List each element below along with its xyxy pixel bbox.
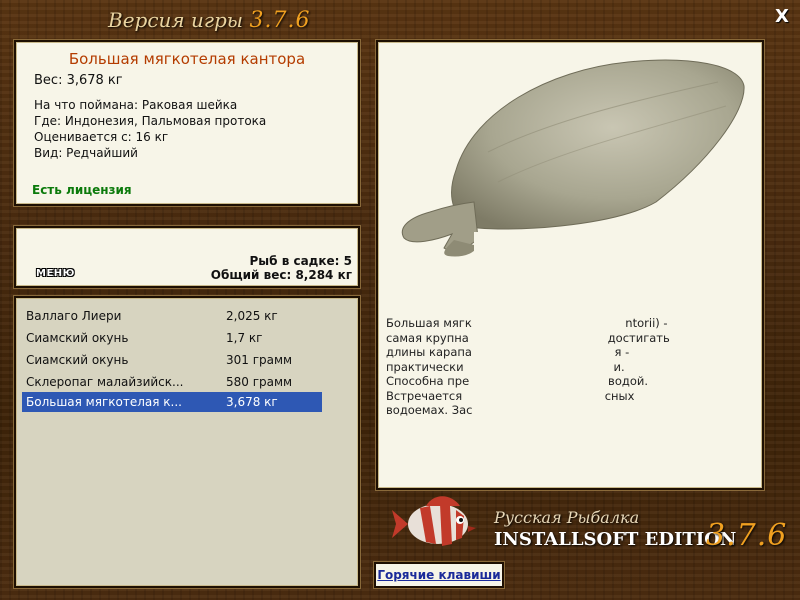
keepnet-count: Рыб в садке: 5	[249, 254, 353, 268]
list-item[interactable]: Склеропаг малайзийск... 580 грамм	[22, 372, 322, 392]
fish-weight: Вес: 3,678 кг	[34, 73, 123, 88]
close-icon[interactable]: X	[770, 6, 794, 28]
fish-detail-panel: Большая мягк ntorii) - самая крупна дост…	[376, 40, 764, 490]
menu-button[interactable]: МЕНЮ	[34, 268, 77, 282]
list-item[interactable]: Сиамский окунь 1,7 кг	[22, 328, 322, 348]
description-line: Встречается сных	[386, 388, 635, 403]
list-item[interactable]: Валлаго Лиери 2,025 кг	[22, 306, 322, 326]
list-item-weight: 3,678 кг	[226, 395, 278, 409]
fish-logo-icon	[392, 496, 476, 546]
description-line: самая крупна достигать	[386, 330, 670, 345]
list-item-weight: 580 грамм	[226, 375, 293, 389]
list-item[interactable]: Сиамский окунь 301 грамм	[22, 350, 322, 370]
keepnet-panel: МЕНЮ Рыб в садке: 5 Общий вес: 8,284 кг	[14, 226, 360, 288]
fish-name: Большая мягкотелая кантора	[68, 50, 306, 68]
keepnet-total-weight: Общий вес: 8,284 кг	[210, 268, 352, 282]
fish-description: Большая мягк ntorii) - самая крупна дост…	[386, 316, 751, 418]
logo-edition: INSTALLSOFT EDITION	[494, 529, 737, 550]
title-text: Версия игры	[108, 8, 250, 32]
list-item-weight: 2,025 кг	[226, 309, 278, 323]
fish-image	[401, 59, 745, 272]
species-rarity: Вид: Редчайший	[34, 146, 138, 160]
description-line: длины карапа я -	[386, 345, 630, 359]
window-title: Версия игры 3.7.6	[108, 8, 310, 38]
title-version: 3.7.6	[249, 8, 311, 33]
description-line: водоемах. Зас	[386, 403, 473, 417]
catch-list: Валлаго Лиери 2,025 кг Сиамский окунь 1,…	[14, 296, 360, 588]
description-line: Способна пре водой.	[386, 374, 648, 388]
list-item-weight: 1,7 кг	[226, 331, 263, 345]
list-item-name: Сиамский окунь	[26, 331, 129, 345]
description-line: Большая мягк ntorii) -	[386, 316, 668, 330]
list-item-name: Склеропаг малайзийск...	[26, 375, 184, 389]
caught-with: На что поймана: Раковая шейка	[34, 98, 238, 112]
logo-game-name: Русская Рыбалка	[494, 508, 640, 527]
list-item-name: Большая мягкотелая к...	[26, 395, 182, 409]
valued-from: Оценивается с: 16 кг	[34, 130, 169, 144]
license-status: Есть лицензия	[32, 183, 132, 197]
description-line: практически и.	[386, 359, 625, 374]
hotkeys-button[interactable]: Горячие клавиши	[374, 562, 504, 588]
list-item-weight: 301 грамм	[226, 353, 293, 367]
caught-where: Где: Индонезия, Пальмовая протока	[34, 114, 267, 128]
list-item-name: Валлаго Лиери	[26, 309, 122, 323]
logo-version: 3.7.6	[706, 518, 788, 553]
list-item-name: Сиамский окунь	[26, 353, 129, 367]
list-item-selected[interactable]: Большая мягкотелая к... 3,678 кг	[22, 392, 322, 412]
fish-info-panel: Большая мягкотелая кантора Вес: 3,678 кг…	[14, 40, 360, 206]
